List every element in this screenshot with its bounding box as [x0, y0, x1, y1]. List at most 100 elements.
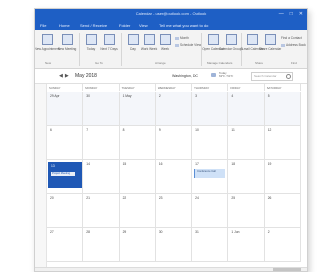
day-cell[interactable]: 16	[155, 160, 193, 194]
folder-pane-collapsed[interactable]	[35, 84, 47, 271]
day-cell[interactable]: 9	[155, 126, 193, 160]
day-cell[interactable]: 23	[155, 194, 193, 228]
day-cell[interactable]: 26	[264, 194, 301, 228]
day-number: 1 Jun	[231, 230, 240, 234]
schedule-view-button[interactable]: Schedule View	[175, 43, 201, 47]
day-cell[interactable]: 12	[264, 126, 301, 160]
day-cell[interactable]: 19	[264, 160, 301, 194]
day-number: 2	[267, 230, 270, 234]
day-cell[interactable]: 11	[228, 126, 265, 160]
event-title: Project Meeting	[52, 172, 71, 175]
address-book-button[interactable]: Address Book	[281, 43, 306, 47]
day-cell[interactable]: 28	[83, 228, 120, 262]
ribbon-separator	[121, 33, 122, 66]
menu-view[interactable]: View	[139, 23, 148, 28]
day-cell[interactable]: 25	[228, 194, 265, 228]
next-7-days-button[interactable]: Next 7 Days	[99, 30, 119, 51]
day-number: 17	[195, 162, 199, 166]
minimize-button[interactable]: —	[279, 11, 284, 17]
day-number: 30	[158, 230, 163, 234]
day-number: 21	[86, 196, 90, 200]
day-cell[interactable]: 18	[228, 160, 265, 194]
find-contact-box[interactable]: Find a Contact	[281, 36, 302, 40]
menu-file[interactable]: File	[40, 23, 46, 28]
weekday-label: WEDNESDAY	[156, 84, 193, 91]
next-month-button[interactable]: ▶	[65, 73, 71, 79]
day-cell[interactable]: 1 Jun	[228, 228, 265, 262]
group-label-new: New	[45, 61, 52, 65]
month-view-button[interactable]: Month	[175, 36, 189, 40]
maximize-button[interactable]: □	[290, 11, 293, 17]
day-number: 30	[86, 94, 90, 98]
group-label-goto: Go To	[95, 61, 103, 65]
menu-home[interactable]: Home	[59, 23, 70, 28]
weekday-label: SUNDAY	[47, 84, 84, 91]
day-number: 5	[267, 94, 270, 98]
day-number: 31	[195, 230, 199, 234]
day-number: 13	[51, 164, 55, 168]
menu-folder[interactable]: Folder	[119, 23, 130, 28]
work-week-icon	[143, 34, 155, 45]
day-cell[interactable]: 15	[119, 160, 156, 194]
day-number: 10	[195, 128, 199, 132]
day-number: 2	[158, 94, 161, 98]
day-cell[interactable]: 20	[47, 194, 84, 228]
calendar-event[interactable]: Conference Call	[194, 169, 226, 178]
day-cell[interactable]: 30	[155, 228, 193, 262]
tell-me-box[interactable]: Tell me what you want to do	[159, 23, 208, 28]
day-number: 4	[231, 94, 234, 98]
day-cell[interactable]: 29	[119, 228, 156, 262]
day-cell[interactable]: 5	[264, 92, 301, 126]
group-label-share: Share	[255, 61, 264, 65]
week-view-button[interactable]: Week	[155, 30, 175, 51]
day-cell[interactable]: 29 Apr	[47, 92, 84, 126]
day-cell[interactable]: 13 Project Meeting	[47, 160, 84, 194]
day-cell[interactable]: 2	[155, 92, 193, 126]
new-appointment-button[interactable]: New Appointment	[35, 30, 60, 51]
day-number: 28	[86, 230, 90, 234]
day-cell[interactable]: 21	[83, 194, 120, 228]
day-number: 6	[50, 128, 52, 132]
today-button[interactable]: Today	[81, 30, 101, 51]
new-meeting-button[interactable]: New Meeting	[57, 30, 77, 51]
selected-day[interactable]: 13 Project Meeting	[48, 162, 82, 188]
day-cell[interactable]: 30	[83, 92, 120, 126]
day-cell[interactable]: 4	[228, 92, 265, 126]
day-cell[interactable]: 17 Conference Call	[192, 160, 229, 194]
day-number: 16	[158, 162, 163, 166]
share-calendar-button[interactable]: Share Calendar	[259, 30, 281, 51]
day-cell[interactable]: 2	[264, 228, 301, 262]
window-controls: — □ ✕	[279, 11, 303, 17]
day-cell[interactable]: 24	[192, 194, 229, 228]
outlook-window: Calendar - user@outlook.com - Outlook — …	[34, 8, 308, 272]
menu-send-receive[interactable]: Send / Receive	[80, 23, 107, 28]
share-calendar-icon	[264, 34, 276, 45]
day-cell[interactable]: 1 May	[119, 92, 156, 126]
close-button[interactable]: ✕	[299, 11, 303, 17]
calendar-groups-icon	[225, 34, 237, 45]
day-cell[interactable]: 31	[192, 228, 229, 262]
day-cell[interactable]: 6	[47, 126, 84, 160]
day-cell[interactable]: 22	[119, 194, 156, 228]
month-icon	[175, 36, 179, 40]
day-cell[interactable]: 3	[192, 92, 229, 126]
month-calendar: SUNDAY MONDAY TUESDAY WEDNESDAY THURSDAY…	[47, 84, 301, 267]
calendar-nav-row: ◀▶ May 2018 Washington, DC Today 63°F / …	[35, 69, 307, 84]
day-cell[interactable]: 8	[119, 126, 156, 160]
search-calendar-input[interactable]: Search Calendar	[251, 72, 293, 81]
day-cell[interactable]: 14	[83, 160, 120, 194]
weather-location[interactable]: Washington, DC	[172, 74, 198, 78]
day-number: 3	[195, 94, 197, 98]
day-number: 11	[231, 128, 235, 132]
calendar-event[interactable]: Project Meeting	[51, 172, 75, 176]
weather-text: Today 63°F / 51°F	[219, 71, 234, 79]
day-cell[interactable]: 10	[192, 126, 229, 160]
day-number: 23	[158, 196, 163, 200]
next7-icon	[103, 34, 115, 45]
calendar-groups-button[interactable]: Calendar Groups	[219, 30, 243, 51]
ribbon: New Appointment New Meeting Today Next 7…	[35, 30, 307, 69]
search-icon	[286, 74, 291, 79]
day-number: 26	[267, 196, 272, 200]
day-cell[interactable]: 27	[47, 228, 84, 262]
day-cell[interactable]: 7	[83, 126, 120, 160]
